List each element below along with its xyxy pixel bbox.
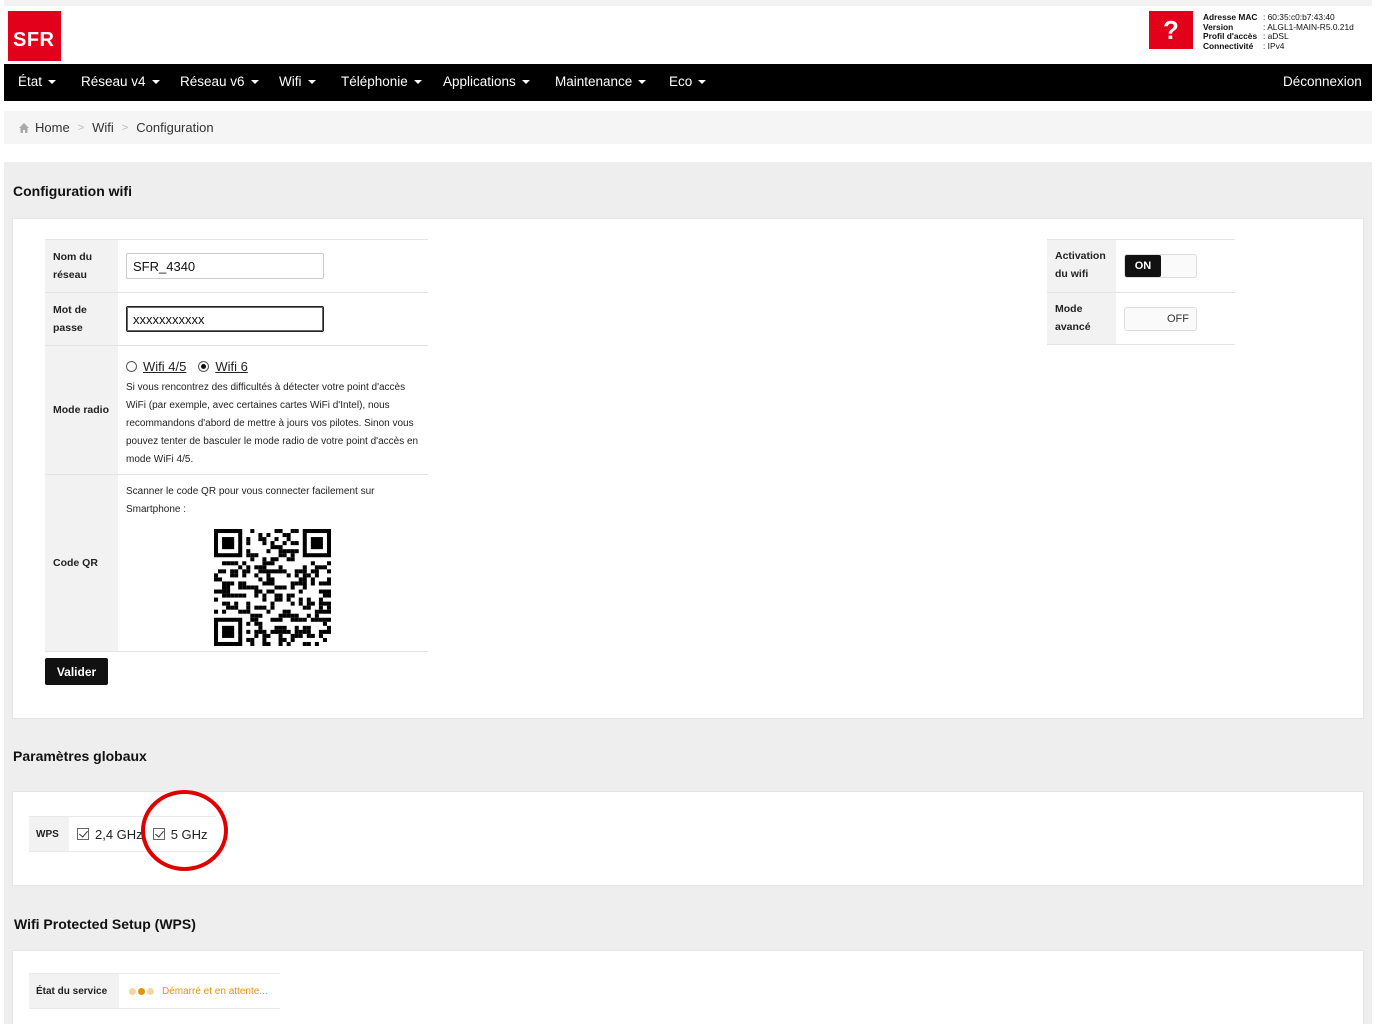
breadcrumb-home[interactable]: Home (35, 120, 70, 135)
radio-mode-row: Mode radio Wifi 4/5 Wifi 6 Si vous renco… (45, 345, 428, 474)
label-24ghz: 2,4 GHz (95, 826, 143, 842)
caret-down-icon (413, 80, 422, 84)
caret-down-icon (151, 80, 160, 84)
activation-row: Activation du wifi ON (1047, 239, 1235, 292)
caret-down-icon (698, 80, 707, 84)
main-nav: État Réseau v4 Réseau v6 Wifi Téléphonie… (4, 64, 1372, 101)
radio-wifi6[interactable] (198, 361, 210, 372)
advanced-label: Mode avancé (1047, 293, 1116, 344)
qr-note: Scanner le code QR pour vous connecter f… (126, 486, 375, 515)
advanced-toggle[interactable]: OFF (1124, 306, 1197, 331)
advanced-cell: OFF (1116, 293, 1235, 344)
radio-mode-cell: Wifi 4/5 Wifi 6 Si vous rencontrez des d… (118, 346, 428, 474)
caret-down-icon (521, 80, 530, 84)
home-icon (19, 122, 29, 133)
service-state-row: État du service Démarré et en attente... (29, 973, 280, 1009)
network-name-input[interactable]: SFR_4340 (126, 253, 324, 279)
caret-down-icon (307, 80, 316, 84)
page-header: SFR ? Adresse MAC: 60:35:c0:b7:43:40 Ver… (4, 0, 1372, 64)
info-row: Connectivité : IPv4 (1203, 40, 1354, 52)
toggle-on-label: ON (1125, 255, 1161, 277)
nav-item-wifi[interactable]: Wifi (279, 74, 316, 89)
radio-wifi45-label[interactable]: Wifi 4/5 (143, 359, 186, 374)
info-key: Connectivité (1203, 40, 1254, 51)
nav-item-reseau-v4[interactable]: Réseau v4 (81, 74, 160, 89)
nav-item-telephonie[interactable]: Téléphonie (341, 74, 422, 89)
dot (129, 987, 136, 995)
info-value: : IPv4 (1263, 40, 1285, 51)
section-title-wps: Wifi Protected Setup (WPS) (14, 916, 196, 932)
password-cell: xxxxxxxxxxx (118, 293, 428, 345)
config-form: Nom du réseau SFR_4340 Mot de passe xxxx… (45, 239, 428, 652)
network-name-cell: SFR_4340 (118, 240, 428, 292)
wps-label: WPS (29, 817, 69, 851)
service-state-value: Démarré et en attente... (162, 985, 268, 997)
breadcrumb-separator-icon: > (77, 121, 85, 134)
password-row: Mot de passe xxxxxxxxxxx (45, 292, 428, 345)
radio-wifi45[interactable] (126, 361, 137, 372)
nav-item-eco[interactable]: Eco (669, 74, 707, 89)
wifi-state-table: Activation du wifi ON Mode avancé OFF (1047, 239, 1235, 345)
nav-item-reseau-v6[interactable]: Réseau v6 (180, 74, 259, 89)
validate-button[interactable]: Valider (45, 658, 108, 685)
activation-toggle[interactable]: ON (1124, 254, 1197, 278)
radio-mode-note: Si vous rencontrez des difficultés à dét… (126, 382, 419, 465)
wps-24ghz[interactable]: 2,4 GHz (77, 827, 143, 842)
qr-code-image (214, 529, 331, 646)
radio-mode-options: Wifi 4/5 Wifi 6 (126, 359, 420, 374)
breadcrumb-wifi[interactable]: Wifi (92, 120, 114, 135)
device-info: Adresse MAC: 60:35:c0:b7:43:40 Version: … (1203, 12, 1354, 52)
section-title-global: Paramètres globaux (13, 748, 147, 764)
password-input[interactable]: xxxxxxxxxxx (126, 306, 324, 332)
qr-row: Code QR Scanner le code QR pour vous con… (45, 474, 428, 652)
nav-item-applications[interactable]: Applications (443, 74, 530, 89)
breadcrumb: Home > Wifi > Configuration (4, 111, 1372, 144)
logout-link[interactable]: Déconnexion (1283, 74, 1362, 89)
qr-label: Code QR (45, 475, 118, 651)
network-name-label: Nom du réseau (45, 240, 118, 292)
sfr-logo[interactable]: SFR (8, 11, 61, 61)
radio-mode-label: Mode radio (45, 346, 118, 474)
activation-label: Activation du wifi (1047, 240, 1116, 292)
section-title-config: Configuration wifi (13, 183, 132, 199)
caret-down-icon (48, 80, 57, 84)
nav-item-maintenance[interactable]: Maintenance (555, 74, 647, 89)
radio-wifi6-label[interactable]: Wifi 6 (215, 359, 248, 374)
password-label: Mot de passe (45, 293, 118, 345)
toggle-off-label: OFF (1167, 312, 1189, 325)
caret-down-icon (638, 80, 647, 84)
breadcrumb-separator-icon: > (121, 121, 129, 134)
breadcrumb-current: Configuration (136, 120, 214, 135)
qr-cell: Scanner le code QR pour vous connecter f… (118, 475, 428, 651)
loading-dots-icon (129, 987, 156, 995)
advanced-row: Mode avancé OFF (1047, 292, 1235, 345)
caret-down-icon (250, 80, 259, 84)
help-button[interactable]: ? (1149, 11, 1193, 49)
nav-item-etat[interactable]: État (18, 74, 57, 89)
activation-cell: ON (1116, 240, 1235, 292)
dot (147, 987, 154, 995)
service-state-label: État du service (29, 974, 119, 1008)
checkbox-24ghz[interactable] (77, 828, 89, 840)
network-name-row: Nom du réseau SFR_4340 (45, 239, 428, 292)
logo-text: SFR (13, 29, 55, 51)
highlight-circle (141, 790, 228, 871)
dot (138, 987, 145, 995)
help-icon: ? (1163, 14, 1179, 45)
